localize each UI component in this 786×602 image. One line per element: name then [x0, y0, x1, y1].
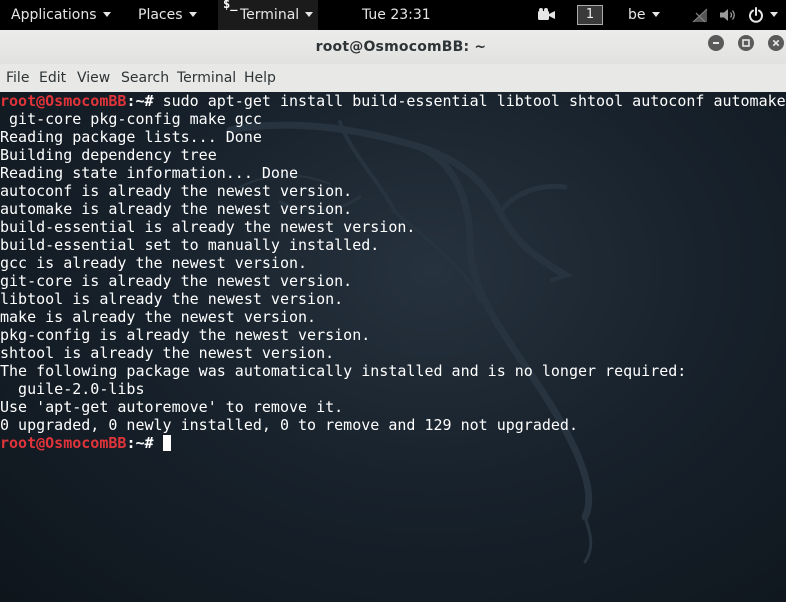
output-line: autoconf is already the newest version. — [0, 182, 353, 200]
terminal-app-menu[interactable]: Terminal — [240, 0, 314, 30]
output-line: libtool is already the newest version. — [0, 290, 344, 308]
prompt-sep: :~# — [126, 434, 163, 452]
menu-file[interactable]: File — [6, 64, 29, 92]
output-line: 0 upgraded, 0 newly installed, 0 to remo… — [0, 416, 578, 434]
maximize-icon — [742, 39, 750, 47]
prompt-sep: :~# — [126, 92, 163, 110]
minimize-icon — [713, 42, 719, 44]
clock[interactable]: Tue 23:31 — [362, 0, 431, 30]
close-icon — [772, 39, 780, 47]
menu-terminal[interactable]: Terminal — [177, 64, 236, 92]
menu-search[interactable]: Search — [121, 64, 169, 92]
chevron-down-icon — [770, 11, 778, 17]
text-cursor — [162, 435, 171, 451]
output-line: Reading package lists... Done — [0, 128, 262, 146]
menu-bar: File Edit View Search Terminal Help — [0, 64, 786, 93]
menu-help[interactable]: Help — [244, 64, 276, 92]
top-panel: Applications Places $_ Terminal Tue 23:3… — [0, 0, 786, 30]
prompt-user: root@OsmocomBB — [0, 92, 127, 110]
clock-label: Tue 23:31 — [362, 7, 431, 23]
output-line: automake is already the newest version. — [0, 200, 353, 218]
workspace-indicator[interactable]: 1 — [577, 5, 603, 25]
prompt-user: root@OsmocomBB — [0, 434, 127, 452]
terminal-icon: $_ — [223, 0, 238, 11]
volume-icon[interactable] — [718, 0, 740, 30]
power-icon[interactable] — [746, 0, 766, 30]
network-icon[interactable] — [690, 0, 710, 30]
places-label: Places — [138, 7, 183, 23]
camera-icon[interactable] — [536, 0, 556, 30]
terminal-view[interactable]: root@OsmocomBB:~# sudo apt-get install b… — [0, 92, 786, 602]
output-line: guile-2.0-libs — [0, 380, 145, 398]
chevron-down-icon — [188, 11, 197, 17]
window-titlebar[interactable]: root@OsmocomBB: ~ — [0, 30, 786, 64]
terminal-output: root@OsmocomBB:~# sudo apt-get install b… — [0, 92, 786, 452]
terminal-app-label: Terminal — [240, 7, 300, 23]
applications-label: Applications — [11, 7, 97, 23]
output-line: make is already the newest version. — [0, 308, 317, 326]
output-line: gcc is already the newest version. — [0, 254, 308, 272]
places-menu[interactable]: Places — [138, 0, 197, 30]
power-menu-arrow[interactable] — [770, 0, 778, 30]
chevron-down-icon — [102, 11, 111, 17]
window-title: root@OsmocomBB: ~ — [315, 39, 487, 55]
minimize-button[interactable] — [708, 35, 724, 51]
output-line: pkg-config is already the newest version… — [0, 326, 371, 344]
keyboard-layout[interactable]: be — [628, 0, 660, 30]
output-line: Use 'apt-get autoremove' to remove it. — [0, 398, 344, 416]
output-line: shtool is already the newest version. — [0, 344, 335, 362]
close-button[interactable] — [768, 35, 784, 51]
keyboard-layout-label: be — [628, 7, 646, 23]
chevron-down-icon — [651, 11, 660, 17]
chevron-down-icon — [305, 11, 314, 17]
output-line: Building dependency tree — [0, 146, 217, 164]
output-line: build-essential is already the newest ve… — [0, 218, 416, 236]
output-line: build-essential set to manually installe… — [0, 236, 380, 254]
output-line: Reading state information... Done — [0, 164, 299, 182]
command-text: sudo apt-get install build-essential lib… — [162, 92, 786, 110]
command-continuation: git-core pkg-config make gcc — [0, 110, 262, 128]
menu-edit[interactable]: Edit — [39, 64, 66, 92]
output-line: git-core is already the newest version. — [0, 272, 353, 290]
menu-view[interactable]: View — [77, 64, 110, 92]
applications-menu[interactable]: Applications — [11, 0, 111, 30]
maximize-button[interactable] — [738, 35, 754, 51]
output-line: The following package was automatically … — [0, 362, 687, 380]
